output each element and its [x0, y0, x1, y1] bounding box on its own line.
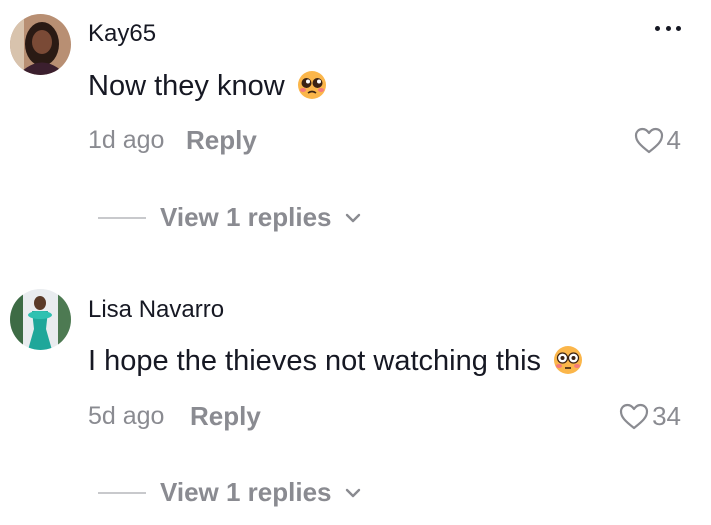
view-replies-button[interactable]: View 1 replies — [98, 202, 362, 233]
view-replies-label: View 1 replies — [160, 477, 332, 507]
comment-time: 5d ago — [88, 402, 165, 430]
avatar[interactable] — [10, 289, 71, 350]
like-count: 4 — [666, 125, 681, 155]
reply-button[interactable]: Reply — [186, 125, 257, 156]
reply-button[interactable]: Reply — [190, 401, 261, 432]
view-replies-label: View 1 replies — [160, 202, 332, 232]
view-replies-button[interactable]: View 1 replies — [98, 477, 362, 508]
comment-body: Now they know — [88, 70, 285, 102]
like-button[interactable]: 4 — [634, 125, 681, 156]
comment-text: Now they know — [88, 70, 327, 108]
replies-divider — [98, 491, 146, 494]
chevron-down-icon — [345, 488, 360, 497]
heart-icon — [619, 403, 649, 430]
replies-divider — [98, 216, 146, 219]
avatar[interactable] — [10, 14, 71, 75]
comment-body: I hope the thieves not watching this — [88, 345, 542, 377]
flushed-face-emoji-icon — [553, 345, 583, 383]
avatar-image — [10, 289, 71, 350]
comment-time: 1d ago — [88, 126, 165, 154]
username[interactable]: Kay65 — [88, 20, 156, 48]
username[interactable]: Lisa Navarro — [88, 296, 224, 324]
like-count: 34 — [652, 401, 681, 431]
like-button[interactable]: 34 — [619, 401, 681, 432]
heart-icon — [634, 127, 663, 154]
comment-text: I hope the thieves not watching this — [88, 345, 583, 383]
chevron-down-icon — [345, 213, 360, 222]
avatar-image — [10, 14, 71, 75]
more-options-icon[interactable] — [655, 26, 681, 34]
pleading-face-emoji-icon — [297, 70, 327, 108]
